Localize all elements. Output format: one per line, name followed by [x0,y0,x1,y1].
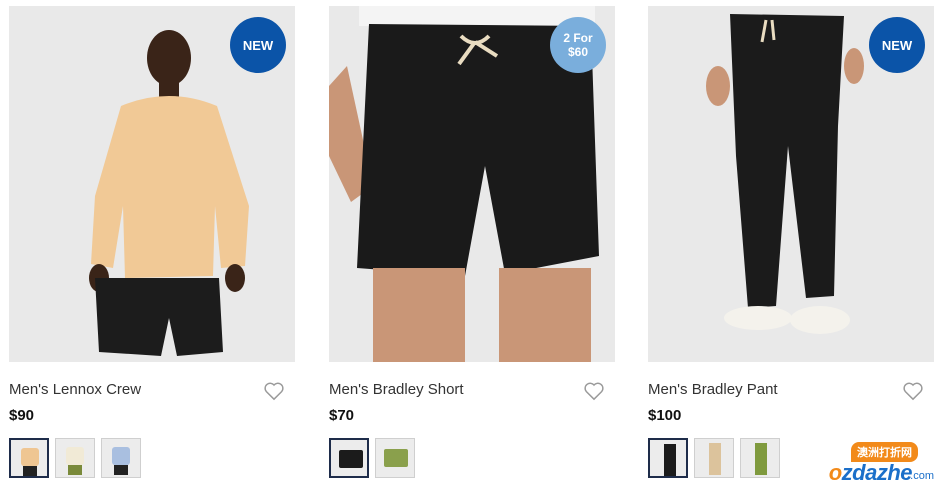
watermark-chinese-text: 澳洲打折网 [851,442,918,462]
wishlist-heart-icon[interactable] [583,381,605,401]
product-name[interactable]: Men's Bradley Short [329,381,464,398]
swatch-beige[interactable] [694,438,734,478]
product-price: $90 [9,407,35,424]
new-badge: NEW [869,17,925,73]
product-image[interactable]: 2 For $60 [329,6,615,362]
promo-badge: 2 For $60 [550,17,606,73]
color-swatches [9,438,141,478]
swatch-tan[interactable] [9,438,49,478]
watermark-domain: .com [910,470,934,482]
product-price: $70 [329,407,355,424]
swatch-black[interactable] [329,438,369,478]
watermark-logo: ozdazhe [828,460,913,485]
swatch-cream[interactable] [55,438,95,478]
new-badge: NEW [230,17,286,73]
swatch-black[interactable] [648,438,688,478]
product-price: $100 [648,407,682,424]
wishlist-heart-icon[interactable] [902,381,924,401]
product-image[interactable]: NEW [9,6,295,362]
product-image[interactable]: NEW [648,6,934,362]
product-name[interactable]: Men's Bradley Pant [648,381,778,398]
wishlist-heart-icon[interactable] [263,381,285,401]
product-card-bradley-pant[interactable]: NEW Men's Bradley Pant $100 [648,6,934,478]
color-swatches [648,438,780,478]
product-name[interactable]: Men's Lennox Crew [9,381,141,398]
product-card-bradley-short[interactable]: 2 For $60 Men's Bradley Short $70 [329,6,615,478]
swatch-olive[interactable] [375,438,415,478]
site-watermark: 澳洲打折网 ozdazhe .com [764,442,934,490]
swatch-blue[interactable] [101,438,141,478]
product-card-lennox-crew[interactable]: NEW Men's Lennox Crew $90 [9,6,295,478]
color-swatches [329,438,415,478]
